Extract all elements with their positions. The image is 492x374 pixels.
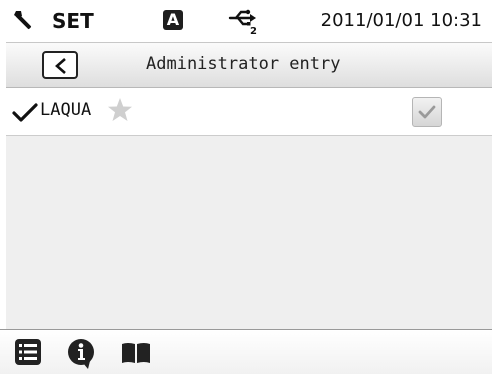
svg-text:2: 2: [250, 26, 257, 36]
mode-label: SET: [52, 9, 94, 33]
title-bar: Administrator entry: [6, 42, 492, 88]
back-button[interactable]: [42, 51, 78, 79]
checkmark-icon: [418, 105, 436, 119]
badge-letter: A: [163, 10, 183, 30]
list-item[interactable]: LAQUA: [6, 88, 492, 136]
checkmark-icon: [12, 103, 38, 122]
list-icon[interactable]: [14, 338, 42, 366]
chevron-left-icon: [55, 58, 66, 74]
item-checkbox[interactable]: [412, 97, 442, 127]
page-title: Administrator entry: [146, 54, 341, 74]
empty-list-area: [6, 136, 492, 329]
usb-icon: 2: [228, 9, 257, 36]
book-icon[interactable]: [120, 341, 152, 365]
device-screen: SET A 2 2011/01/01 10:31 Administrator e…: [0, 0, 492, 374]
list-item-label: LAQUA: [40, 100, 92, 120]
star-icon[interactable]: [107, 97, 133, 123]
datetime-display: 2011/01/01 10:31: [320, 10, 482, 31]
status-bar: SET A 2 2011/01/01 10:31: [0, 0, 492, 42]
info-icon[interactable]: [66, 338, 98, 370]
wrench-icon: [14, 11, 32, 30]
bottom-toolbar: [0, 329, 492, 374]
